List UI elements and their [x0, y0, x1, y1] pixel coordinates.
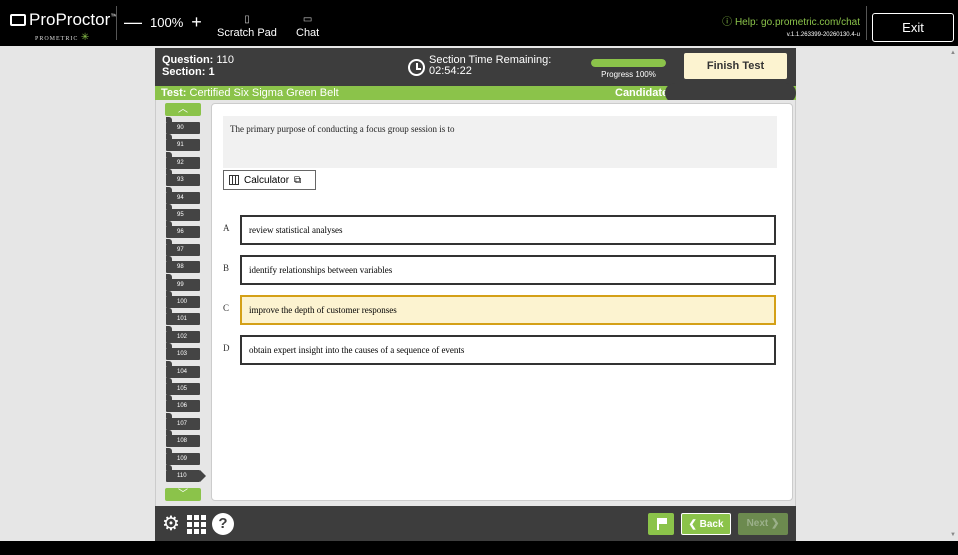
- version-text: v.1.1.263399-20260130.4-u: [786, 32, 860, 38]
- finish-test-button[interactable]: Finish Test: [684, 53, 787, 79]
- help-button[interactable]: ?: [212, 513, 234, 535]
- test-label: Test:: [161, 87, 187, 99]
- question-label: Question:: [162, 54, 214, 66]
- question-nav-item[interactable]: 101: [166, 308, 200, 326]
- question-nav-item[interactable]: 95: [166, 204, 200, 221]
- divider: [866, 6, 867, 40]
- exit-button[interactable]: Exit: [872, 13, 954, 42]
- calculator-button[interactable]: Calculator ⧉: [223, 170, 316, 190]
- answer-option-d[interactable]: obtain expert insight into the causes of…: [240, 335, 776, 365]
- chat-label: Chat: [296, 27, 320, 39]
- question-nav-item[interactable]: 90: [166, 117, 200, 134]
- test-name: Certified Six Sigma Green Belt: [189, 87, 339, 99]
- zoom-out-button[interactable]: —: [124, 12, 142, 33]
- option-letter-b: B: [223, 263, 230, 273]
- exam-header: Question: 110 Section: 1 Section Time Re…: [155, 48, 796, 86]
- calculator-label: Calculator: [244, 174, 290, 186]
- scroll-up-arrow[interactable]: ▲: [950, 50, 956, 56]
- question-nav-item[interactable]: 104: [166, 360, 200, 378]
- bottom-bar: [0, 541, 958, 555]
- question-nav-item[interactable]: 106: [166, 395, 200, 413]
- exam-footer: ⚙ ? ❮ Back Next ❯: [155, 506, 796, 541]
- zoom-level: 100%: [150, 15, 184, 30]
- page-scrollbar[interactable]: ▲ ▼: [948, 46, 958, 541]
- progress-bar: [591, 59, 666, 67]
- test-bar: Test: Certified Six Sigma Green Belt Can…: [155, 83, 796, 103]
- flag-button[interactable]: [648, 513, 674, 535]
- top-bar: ProProctor™ PROMETRIC ✳ — 100% + ▯ Scrat…: [0, 0, 958, 46]
- section-label: Section:: [162, 66, 206, 78]
- external-link-icon: ⧉: [294, 174, 302, 186]
- help-text: Help: go.prometric.com/chat: [734, 17, 860, 28]
- question-nav-item[interactable]: 91: [166, 134, 200, 152]
- question-nav-item[interactable]: 96: [166, 221, 200, 239]
- question-nav-item[interactable]: 97: [166, 238, 200, 256]
- chat-button[interactable]: ▭ Chat: [296, 14, 319, 39]
- question-number: 110: [216, 54, 234, 66]
- question-nav-item[interactable]: 109: [166, 447, 200, 465]
- section-timer: Section Time Remaining: 02:54:22: [408, 55, 551, 77]
- help-link[interactable]: ⓘ Help: go.prometric.com/chat: [722, 13, 860, 28]
- answer-option-c[interactable]: improve the depth of customer responses: [240, 295, 776, 325]
- question-stem: The primary purpose of conducting a focu…: [223, 116, 777, 168]
- help-circle-icon: ⓘ: [722, 17, 735, 28]
- question-nav-item[interactable]: 103: [166, 343, 200, 361]
- question-nav-item[interactable]: 102: [166, 325, 200, 343]
- brand-name: ProProctor: [29, 10, 111, 29]
- question-nav-item[interactable]: 92: [166, 151, 200, 169]
- brand-sub: PROMETRIC: [35, 36, 79, 42]
- progress-fill: [591, 59, 666, 67]
- scratch-pad-button[interactable]: ▯ Scratch Pad: [217, 14, 277, 39]
- question-nav-item[interactable]: 98: [166, 256, 200, 274]
- question-info: Question: 110 Section: 1: [162, 54, 234, 78]
- question-nav-item[interactable]: 107: [166, 412, 200, 430]
- gear-icon[interactable]: ⚙: [162, 514, 180, 534]
- question-nav-item[interactable]: 108: [166, 430, 200, 448]
- time-value: 02:54:22: [429, 65, 472, 77]
- question-nav-item[interactable]: 105: [166, 378, 200, 395]
- help-info: ⓘ Help: go.prometric.com/chat v.1.1.2633…: [722, 13, 860, 38]
- option-letter-a: A: [223, 223, 230, 233]
- prometric-star-icon: ✳: [80, 32, 91, 43]
- option-letter-c: C: [223, 303, 230, 313]
- question-nav-item[interactable]: 94: [166, 186, 200, 204]
- option-letter-d: D: [223, 343, 230, 353]
- section-number: 1: [208, 66, 215, 78]
- divider: [116, 6, 117, 40]
- grid-icon[interactable]: [187, 515, 206, 534]
- scratch-pad-label: Scratch Pad: [217, 27, 277, 39]
- answer-option-b[interactable]: identify relationships between variables: [240, 255, 776, 285]
- monitor-icon: [10, 14, 26, 26]
- question-nav-item[interactable]: 93: [166, 169, 200, 187]
- chat-bubble-icon: ▭: [302, 14, 313, 25]
- question-nav-item[interactable]: 100: [166, 291, 200, 308]
- nav-down-button[interactable]: ﹀: [165, 488, 201, 501]
- zoom-in-button[interactable]: +: [191, 12, 202, 33]
- candidate-label: Candidate: [615, 87, 669, 99]
- proproctor-logo: ProProctor™ PROMETRIC ✳: [10, 8, 117, 43]
- document-icon: ▯: [244, 14, 250, 25]
- back-button[interactable]: ❮ Back: [681, 513, 731, 535]
- progress-indicator: Progress 100%: [591, 59, 666, 79]
- question-nav-item[interactable]: 99: [166, 273, 200, 291]
- zoom-control: — 100% +: [124, 12, 202, 33]
- progress-label: Progress 100%: [601, 70, 656, 79]
- calculator-icon: [229, 175, 239, 185]
- question-nav-item[interactable]: 110: [166, 465, 206, 482]
- next-button[interactable]: Next ❯: [738, 513, 788, 535]
- scroll-down-arrow[interactable]: ▼: [950, 532, 956, 538]
- clock-icon: [408, 59, 425, 76]
- answer-option-a[interactable]: review statistical analyses: [240, 215, 776, 245]
- nav-up-button[interactable]: ︿: [165, 103, 201, 116]
